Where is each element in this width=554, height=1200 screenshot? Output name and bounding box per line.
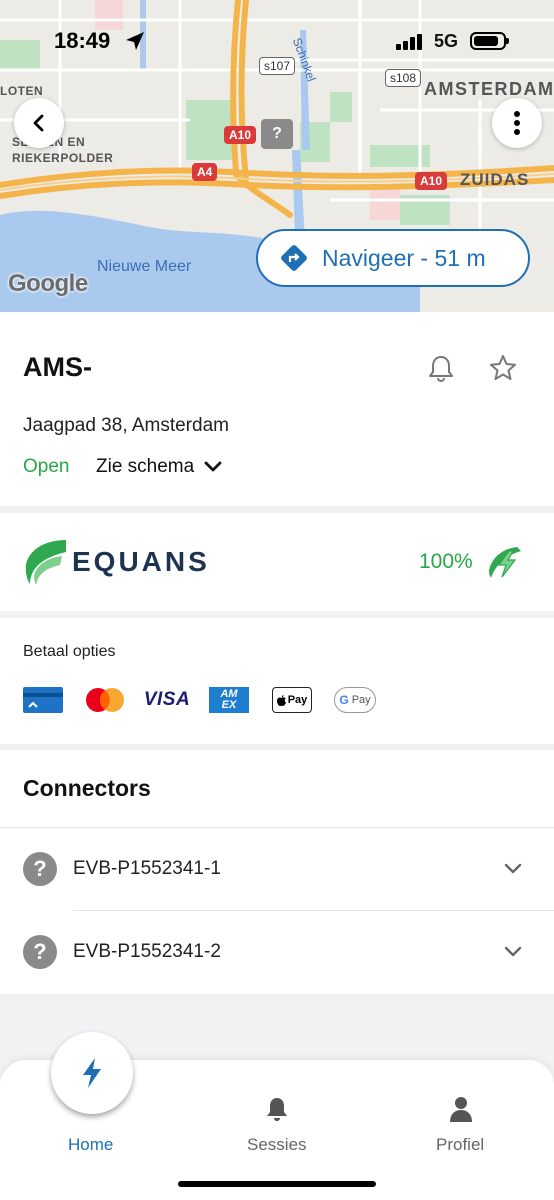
mastercard-icon xyxy=(84,687,126,713)
connector-id: EVB-P1552341-1 xyxy=(73,858,221,879)
google-logo: Google xyxy=(8,270,88,297)
connectors-title: Connectors xyxy=(23,775,151,801)
open-status: Open xyxy=(23,456,70,477)
connector-status-icon: ? xyxy=(23,935,57,969)
connector-row-2[interactable]: ? EVB-P1552341-2 xyxy=(0,911,554,993)
tab-profiel-user-icon[interactable] xyxy=(449,1096,473,1122)
apple-pay-icon: Pay xyxy=(272,687,312,713)
road-shield-a10-right: A10 xyxy=(415,172,448,190)
status-time: 18:49 xyxy=(54,28,111,53)
amex-label: AM EX xyxy=(220,688,238,711)
tab-home-button[interactable] xyxy=(51,1032,133,1114)
payment-card xyxy=(0,618,554,744)
directions-icon xyxy=(281,245,307,271)
connector-status-glyph: ? xyxy=(33,856,47,881)
navigate-button[interactable]: Navigeer - 51 m xyxy=(256,229,530,287)
schedule-toggle[interactable]: Zie schema xyxy=(96,456,222,478)
connector-row-1[interactable]: ? EVB-P1552341-1 xyxy=(0,828,554,910)
tab-profiel-label[interactable]: Profiel xyxy=(436,1135,484,1155)
visa-label: VISA xyxy=(143,689,191,710)
road-shield-a10-left: A10 xyxy=(224,126,257,144)
lightning-bolt-icon xyxy=(83,1058,101,1088)
availability-percent: 100% xyxy=(419,550,473,573)
signal-icon xyxy=(396,34,422,50)
tab-sessies-bell-icon[interactable] xyxy=(265,1096,289,1122)
google-pay-label: Pay xyxy=(351,694,371,706)
amex-icon: AM EX xyxy=(209,687,249,713)
station-title: AMS- xyxy=(23,352,92,382)
battery-icon xyxy=(470,32,509,50)
status-bar: 18:49 5G xyxy=(0,0,554,80)
road-shield-a4: A4 xyxy=(192,163,218,181)
favorite-button[interactable] xyxy=(488,353,518,388)
home-indicator xyxy=(178,1181,376,1187)
navigate-label: Navigeer - 51 m xyxy=(322,244,486,271)
operator-name: EQUANS xyxy=(72,546,210,577)
google-g-icon: G xyxy=(339,693,349,707)
connector-status-glyph: ? xyxy=(33,939,47,964)
map-label-nieuwe-meer: Nieuwe Meer xyxy=(97,258,192,275)
payment-title: Betaal opties xyxy=(23,643,116,660)
notify-button[interactable] xyxy=(426,353,456,388)
chevron-down-icon xyxy=(204,461,222,472)
star-icon xyxy=(490,355,516,380)
map-label-riekerpolder: RIEKERPOLDER xyxy=(12,151,114,165)
map-charger-marker[interactable]: ? xyxy=(261,119,293,149)
tab-sessies-label[interactable]: Sessies xyxy=(247,1135,307,1155)
tab-home-label[interactable]: Home xyxy=(68,1135,113,1155)
chevron-left-icon xyxy=(33,114,44,132)
apple-pay-label: Pay xyxy=(287,694,308,706)
debit-card-icon xyxy=(23,687,63,713)
map-label-loten: LOTEN xyxy=(0,84,44,98)
equans-mark-icon xyxy=(25,540,67,585)
station-card xyxy=(0,312,554,506)
connector-status-icon: ? xyxy=(23,852,57,886)
more-vertical-icon xyxy=(514,111,520,135)
map-label-zuidas: ZUIDAS xyxy=(460,170,530,189)
schedule-label: Zie schema xyxy=(96,456,195,477)
map-label-amsterdam: AMSTERDAM xyxy=(424,79,554,99)
connector-id: EVB-P1552341-2 xyxy=(73,941,221,962)
back-button[interactable] xyxy=(14,98,64,148)
bell-icon xyxy=(429,356,453,383)
apple-logo-icon xyxy=(276,694,286,706)
chevron-down-icon xyxy=(504,863,522,874)
network-type: 5G xyxy=(434,31,459,51)
charging-bolt-icon xyxy=(489,547,521,578)
equans-logo: EQUANS xyxy=(22,538,210,586)
station-address: Jaagpad 38, Amsterdam xyxy=(23,415,229,436)
chevron-down-icon xyxy=(504,946,522,957)
google-pay-icon: G Pay xyxy=(334,687,376,713)
location-arrow-icon xyxy=(126,32,144,50)
visa-icon: VISA xyxy=(143,687,191,713)
more-options-button[interactable] xyxy=(492,98,542,148)
